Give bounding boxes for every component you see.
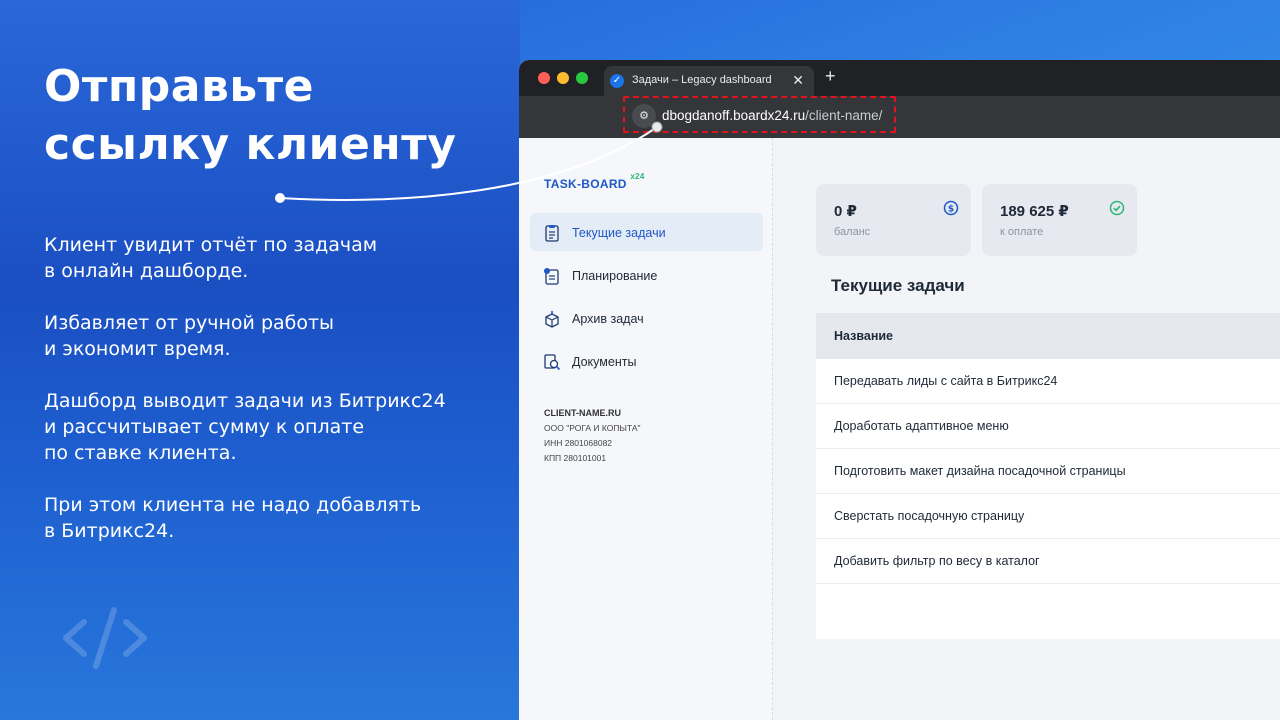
headline: Отправьте ссылку клиенту	[44, 58, 456, 174]
sidebar-item-documents[interactable]: Документы	[530, 342, 763, 380]
task-name: Подготовить макет дизайна посадочной стр…	[834, 464, 1126, 478]
table-row[interactable]: Добавить фильтр по весу в каталог	[816, 539, 1280, 584]
sidebar-item-label: Архив задач	[572, 312, 644, 326]
tab-title: Задачи – Legacy dashboard	[632, 74, 772, 86]
org-info: CLIENT-NAME.RU ООО "РОГА И КОПЫТА" ИНН 2…	[544, 406, 641, 466]
tab-close-button[interactable]: ✕	[792, 72, 804, 89]
sidebar-item-current-tasks[interactable]: Текущие задачи	[530, 213, 763, 251]
table-row[interactable]: Сверстать посадочную страницу	[816, 494, 1280, 539]
table-row[interactable]: Доработать адаптивное меню	[816, 404, 1280, 449]
browser-window: ✓ Задачи – Legacy dashboard ✕ + ⚙ dbogda…	[519, 60, 1280, 720]
to-pay-label: к оплате	[1000, 226, 1044, 238]
task-name: Доработать адаптивное меню	[834, 419, 1009, 433]
headline-line-2: ссылку клиенту	[44, 119, 457, 170]
clipboard-list-icon	[545, 225, 559, 242]
sidebar-item-label: Планирование	[572, 269, 658, 283]
check-circle-icon	[1109, 200, 1125, 216]
balance-label: баланс	[834, 226, 871, 238]
section-title: Текущие задачи	[831, 276, 965, 295]
sidebar-item-label: Документы	[572, 355, 637, 369]
org-kpp: КПП 280101001	[544, 453, 607, 463]
tasks-table: Название Передавать лиды с сайта в Битри…	[816, 313, 1280, 639]
url-path: /client-name/	[805, 108, 883, 123]
brand-suffix: x24	[630, 172, 645, 181]
documents-search-icon	[544, 354, 561, 371]
task-name: Добавить фильтр по весу в каталог	[834, 554, 1040, 568]
paragraph-line: Дашборд выводит задачи из Битрикс24	[44, 390, 446, 412]
minimize-window-button[interactable]	[557, 72, 569, 84]
paragraph-line: Избавляет от ручной работы	[44, 312, 335, 334]
task-name: Сверстать посадочную страницу	[834, 509, 1025, 523]
paragraph-line: по ставке клиента.	[44, 442, 237, 464]
archive-box-icon	[545, 311, 559, 328]
table-row[interactable]: Передавать лиды с сайта в Битрикс24	[816, 359, 1280, 404]
sidebar-item-archive[interactable]: Архив задач	[530, 299, 763, 337]
code-brackets-icon	[63, 607, 147, 669]
maximize-window-button[interactable]	[576, 72, 588, 84]
paragraph-bitrix-tasks: Дашборд выводит задачи из Битрикс24 и ра…	[44, 388, 446, 466]
browser-tab[interactable]: ✓ Задачи – Legacy dashboard ✕	[604, 66, 814, 96]
sidebar-item-label: Текущие задачи	[572, 226, 666, 240]
to-pay-card: 189 625 ₽ к оплате	[982, 184, 1137, 256]
task-name: Передавать лиды с сайта в Битрикс24	[834, 374, 1058, 388]
headline-line-1: Отправьте	[44, 61, 315, 112]
paragraph-saves-time: Избавляет от ручной работы и экономит вр…	[44, 310, 334, 362]
to-pay-value: 189 625 ₽	[1000, 203, 1069, 220]
paragraph-line: в онлайн дашборде.	[44, 260, 249, 282]
org-company: ООО "РОГА И КОПЫТА"	[544, 423, 641, 433]
paragraph-line: в Битрикс24.	[44, 520, 175, 542]
paragraph-line: и экономит время.	[44, 338, 231, 360]
new-tab-button[interactable]: +	[825, 66, 836, 87]
main-content: 0 ₽ баланс $ 189 625 ₽ к оплате Текущие …	[773, 138, 1280, 720]
calendar-plan-icon	[544, 268, 559, 285]
dollar-circle-icon: $	[943, 200, 959, 216]
paragraph-no-add-client: При этом клиента не надо добавлять в Бит…	[44, 492, 421, 544]
org-inn: ИНН 2801068082	[544, 438, 613, 448]
sidebar-item-planning[interactable]: Планирование	[530, 256, 763, 294]
address-bar[interactable]: dbogdanoff.boardx24.ru/client-name/	[662, 108, 882, 123]
app-sidebar: TASK-BOARD x24 Текущие задачи Планирован…	[519, 138, 773, 720]
paragraph-line: Клиент увидит отчёт по задачам	[44, 234, 378, 256]
check-favicon-icon: ✓	[610, 74, 624, 88]
browser-titlebar: ✓ Задачи – Legacy dashboard ✕ +	[519, 60, 1280, 96]
brand-logo[interactable]: TASK-BOARD x24	[544, 172, 645, 191]
balance-value: 0 ₽	[834, 203, 857, 220]
paragraph-line: При этом клиента не надо добавлять	[44, 494, 422, 516]
table-header: Название	[816, 313, 1280, 359]
column-header-name[interactable]: Название	[834, 329, 893, 343]
url-domain: dbogdanoff.boardx24.ru	[662, 108, 806, 123]
svg-text:$: $	[948, 205, 954, 215]
promo-panel: Отправьте ссылку клиенту Клиент увидит о…	[0, 0, 520, 720]
close-window-button[interactable]	[538, 72, 550, 84]
brand-name: TASK-BOARD	[544, 177, 627, 191]
browser-toolbar: ⚙ dbogdanoff.boardx24.ru/client-name/	[519, 96, 1280, 138]
table-row[interactable]: Подготовить макет дизайна посадочной стр…	[816, 449, 1280, 494]
paragraph-line: и рассчитывает сумму к оплате	[44, 416, 365, 438]
site-settings-icon[interactable]: ⚙	[632, 104, 656, 128]
org-domain: CLIENT-NAME.RU	[544, 408, 621, 418]
paragraph-client-report: Клиент увидит отчёт по задачам в онлайн …	[44, 232, 377, 284]
balance-card: 0 ₽ баланс $	[816, 184, 971, 256]
